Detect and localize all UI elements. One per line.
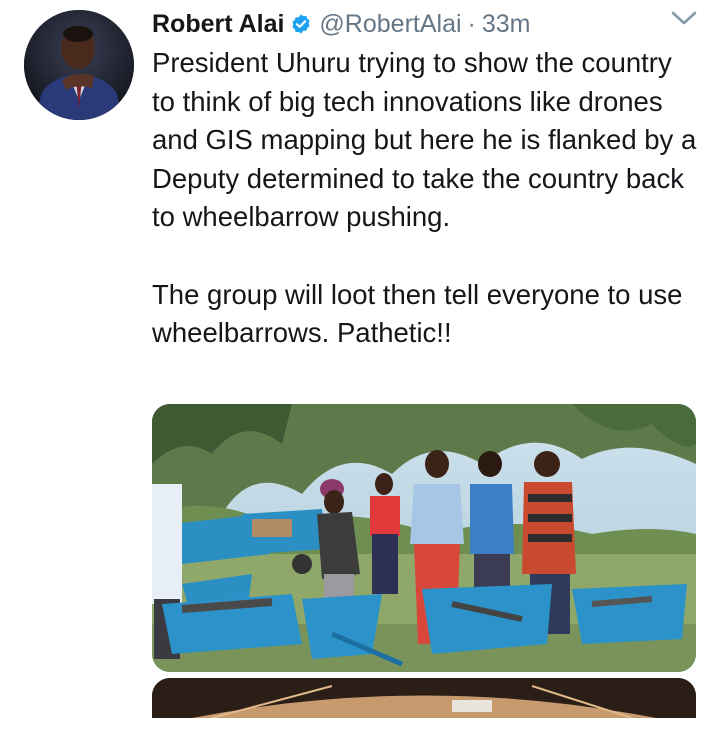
tweet-header: Robert Alai @RobertAlai · 33m	[152, 6, 700, 42]
tweet-timestamp[interactable]: 33m	[482, 10, 531, 39]
verified-badge-icon	[292, 14, 311, 34]
tweet-body: President Uhuru trying to show the count…	[152, 44, 700, 353]
photo-room-ceiling	[152, 678, 696, 718]
author-avatar[interactable]	[24, 10, 134, 120]
author-name[interactable]: Robert Alai	[152, 10, 284, 39]
tweet-paragraph: President Uhuru trying to show the count…	[152, 47, 697, 233]
photo-people-with-wheelbarrows	[152, 404, 696, 672]
tweet-photo[interactable]	[152, 404, 696, 672]
chevron-down-icon[interactable]	[670, 8, 698, 28]
avatar-photo	[24, 10, 134, 120]
tweet-photo-secondary[interactable]	[152, 678, 696, 718]
author-handle[interactable]: @RobertAlai	[319, 10, 461, 39]
paragraph-break	[152, 237, 700, 276]
tweet-paragraph: The group will loot then tell everyone t…	[152, 278, 683, 349]
separator-dot: ·	[467, 9, 476, 38]
